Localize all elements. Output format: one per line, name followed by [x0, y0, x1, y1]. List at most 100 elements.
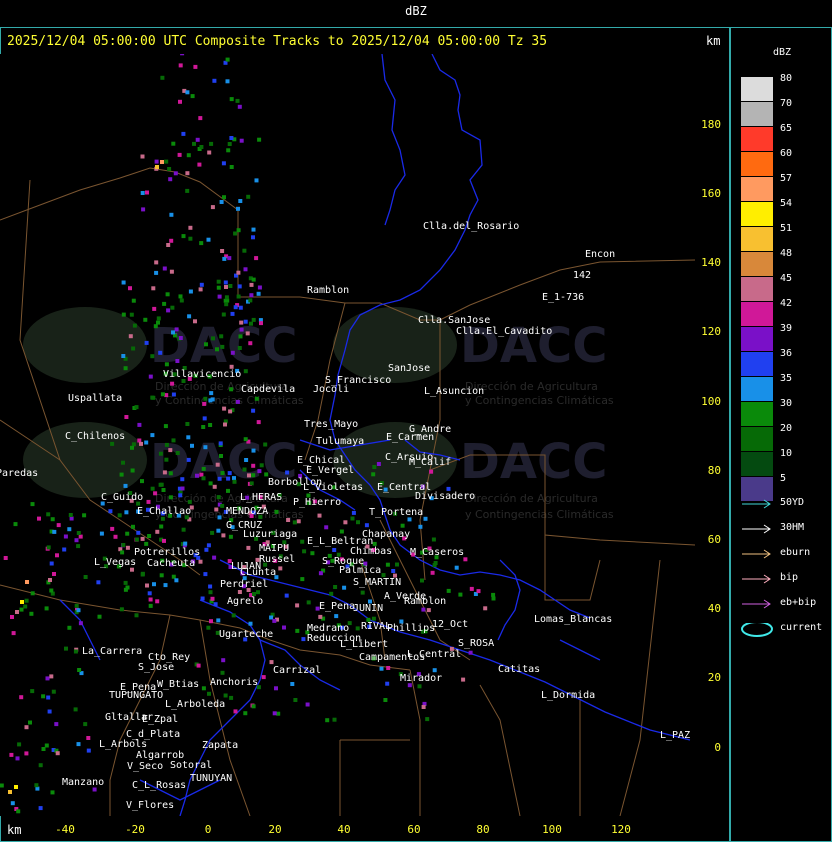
radar-echo-pixel: [78, 621, 83, 626]
radar-echo-pixel: [199, 241, 204, 246]
radar-echo-pixel: [8, 790, 12, 794]
radar-echo-pixel: [165, 292, 170, 297]
y-tick: 0: [714, 741, 721, 754]
radar-echo-pixel: [130, 567, 134, 572]
radar-echo-pixel: [251, 408, 256, 413]
radar-echo-pixel: [220, 503, 225, 508]
radar-echo-pixel: [54, 722, 59, 727]
legend-color-swatch: [741, 452, 773, 476]
radar-echo-pixel: [228, 534, 233, 539]
place-label: L_Dormida: [541, 690, 595, 701]
radar-echo-pixel: [293, 698, 298, 702]
place-label: Potrerillos: [134, 547, 200, 558]
radar-echo-pixel: [175, 359, 180, 363]
radar-echo-pixel: [324, 525, 329, 530]
radar-echo-pixel: [233, 709, 238, 714]
radar-echo-pixel: [210, 596, 215, 601]
radar-echo-pixel: [286, 518, 291, 522]
radar-echo-pixel: [197, 162, 202, 167]
track-legend-label: eb+bip: [780, 597, 817, 608]
radar-echo-pixel: [160, 75, 165, 80]
legend-level-label: 36: [780, 348, 793, 359]
radar-echo-pixel: [379, 666, 384, 671]
radar-echo-pixel: [25, 580, 29, 584]
radar-echo-pixel: [212, 78, 217, 83]
radar-echo-pixel: [121, 354, 126, 358]
radar-echo-pixel: [24, 751, 29, 756]
radar-echo-pixel: [300, 539, 305, 544]
y-tick: 120: [701, 325, 721, 338]
radar-echo-pixel: [51, 689, 56, 694]
radar-echo-pixel: [178, 99, 182, 104]
place-label: L_Libert: [340, 639, 388, 650]
radar-echo-pixel: [224, 302, 229, 307]
radar-echo-pixel: [469, 586, 474, 591]
radar-echo-pixel: [202, 401, 207, 406]
radar-echo-pixel: [254, 396, 259, 401]
radar-echo-pixel: [223, 280, 228, 285]
radar-map[interactable]: DACC Dirección de Agricultura y Continge…: [0, 54, 695, 816]
legend-level-label: 5: [780, 473, 787, 484]
radar-echo-pixel: [180, 477, 185, 482]
radar-echo-pixel: [92, 787, 97, 792]
radar-echo-pixel: [196, 663, 201, 668]
radar-echo-pixel: [385, 562, 390, 567]
watermark-line1-2: Dirección de Agricultura: [465, 380, 598, 393]
radar-echo-pixel: [215, 347, 219, 352]
x-tick: 80: [476, 823, 490, 836]
place-label: MAIPU: [259, 543, 289, 554]
radar-echo-pixel: [371, 472, 376, 477]
radar-echo-pixel: [203, 445, 208, 450]
radar-echo-pixel: [125, 545, 130, 550]
place-label: Luzuriaga: [243, 529, 297, 540]
x-tick: 0: [204, 823, 212, 836]
legend-color-swatch: [741, 127, 773, 151]
place-label: Mirador: [400, 673, 442, 684]
radar-echo-pixel: [207, 150, 212, 155]
radar-echo-pixel: [171, 392, 176, 397]
radar-echo-pixel: [193, 319, 197, 324]
place-label: P_Hierro: [293, 497, 341, 508]
radar-echo-pixel: [141, 207, 146, 212]
radar-echo-pixel: [125, 531, 130, 536]
radar-echo-pixel: [52, 572, 56, 576]
x-tick: -20: [125, 823, 145, 836]
place-label: Uspallata: [68, 393, 122, 404]
radar-echo-pixel: [45, 676, 50, 681]
radar-echo-pixel: [175, 451, 180, 455]
radar-echo-pixel: [230, 350, 235, 355]
radar-echo-pixel: [202, 416, 207, 421]
radar-echo-pixel: [228, 409, 233, 414]
radar-echo-pixel: [251, 463, 256, 468]
radar-echo-pixel: [186, 153, 191, 158]
radar-echo-pixel: [124, 415, 129, 419]
place-label: Ramblon: [307, 285, 349, 296]
place-label: L_Arboleda: [165, 699, 225, 710]
place-label: Jocoli: [313, 384, 349, 395]
radar-echo-pixel: [251, 235, 255, 240]
radar-echo-pixel: [236, 228, 241, 233]
radar-echo-pixel: [395, 562, 399, 567]
radar-echo-pixel: [97, 614, 102, 619]
radar-echo-pixel: [119, 472, 124, 477]
radar-echo-pixel: [30, 689, 35, 694]
radar-echo-pixel: [180, 54, 185, 56]
radar-echo-pixel: [3, 556, 8, 560]
track-legend-label: 30HM: [780, 522, 805, 533]
radar-echo-pixel: [239, 320, 244, 325]
radar-echo-pixel: [278, 566, 283, 571]
radar-echo-pixel: [209, 619, 213, 624]
radar-echo-pixel: [163, 424, 168, 429]
radar-echo-pixel: [263, 442, 268, 447]
radar-echo-pixel: [318, 614, 323, 619]
radar-echo-pixel: [73, 649, 78, 654]
radar-echo-pixel: [134, 613, 139, 618]
radar-echo-pixel: [249, 282, 254, 287]
radar-echo-pixel: [130, 468, 135, 473]
radar-echo-pixel: [19, 607, 24, 612]
place-label: Carrizal: [273, 665, 321, 676]
legend-level-label: 65: [780, 123, 793, 134]
radar-echo-pixel: [190, 94, 195, 99]
radar-echo-pixel: [148, 603, 153, 608]
radar-echo-pixel: [217, 515, 222, 520]
